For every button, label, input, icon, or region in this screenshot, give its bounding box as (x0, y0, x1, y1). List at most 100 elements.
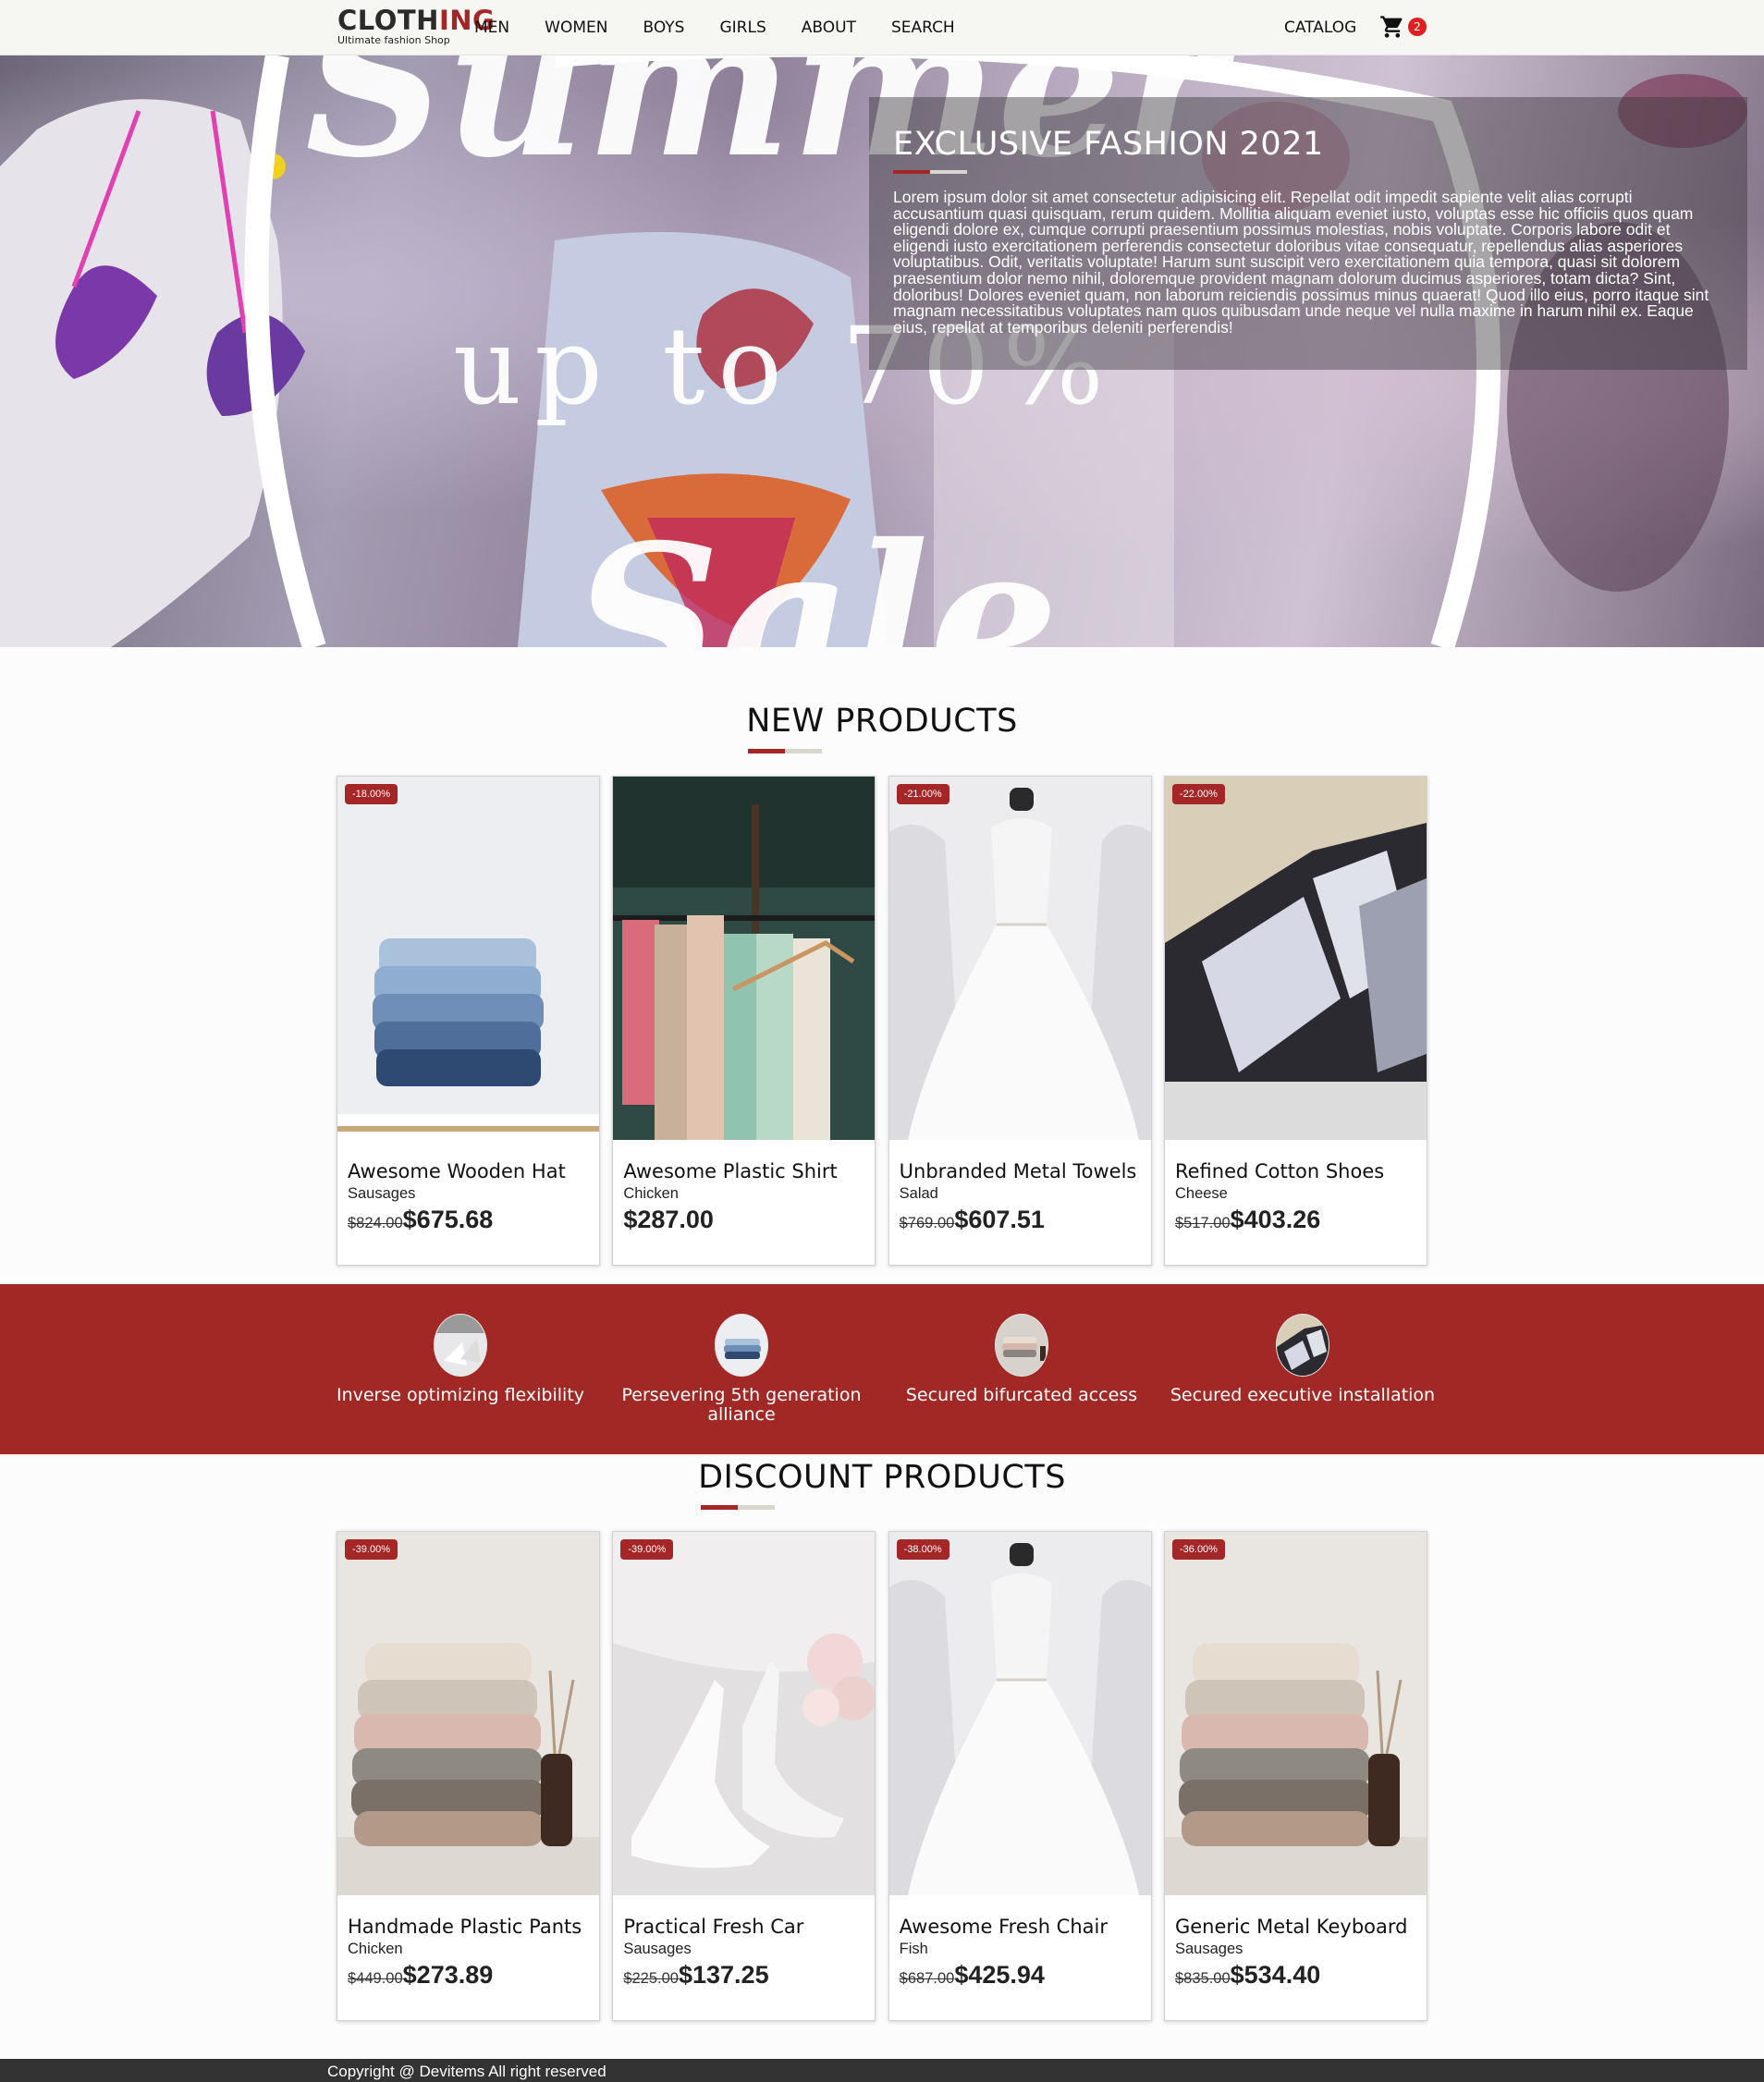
product-price: $225.00$137.25 (623, 1961, 768, 1990)
product-name[interactable]: Handmade Plastic Pants (348, 1916, 582, 1938)
product-category: Fish (899, 1941, 928, 1957)
product-card[interactable]: -18.00% Awesome Wooden Hat Sausages $824… (337, 776, 600, 1266)
product-category: Chicken (348, 1941, 403, 1957)
discount-products-grid: -39.00% Handmade Plastic Pants Chicken $… (337, 1531, 1427, 2021)
current-price: $403.26 (1230, 1206, 1321, 1233)
jeans-stack-image (337, 777, 599, 1140)
product-category: Cheese (1174, 1185, 1228, 1202)
sweaters-stack-image (1164, 1532, 1427, 1895)
product-card[interactable]: -38.00% Awesome Fresh Chair Fish $687.00… (888, 1531, 1152, 2021)
nav-girls[interactable]: GIRLS (719, 18, 766, 38)
old-price: $687.00 (899, 1970, 955, 1987)
product-card[interactable]: -22.00% Refined Cotton Shoes Cheese $517… (1163, 776, 1427, 1266)
current-price: $534.40 (1230, 1961, 1321, 1989)
discount-badge: -39.00% (620, 1539, 674, 1560)
site-footer: Copyright @ Devitems All right reserved (0, 2059, 1764, 2082)
old-price: $835.00 (1174, 1970, 1231, 1987)
product-image[interactable] (1164, 777, 1427, 1140)
product-price: $287.00 (623, 1206, 714, 1234)
shoes-thumbnail-icon (434, 1314, 487, 1377)
product-category: Sausages (348, 1185, 416, 1202)
shirts-thumbnail-icon (1276, 1314, 1329, 1377)
discount-badge: -38.00% (896, 1539, 949, 1560)
site-header: CLOTHING Ultimate fashion Shop MEN WOMEN… (0, 0, 1764, 55)
feature-item: Secured bifurcated access (888, 1314, 1156, 1405)
product-name[interactable]: Unbranded Metal Towels (900, 1160, 1137, 1182)
product-card[interactable]: -21.00% Unbranded Metal Towels Salad $76… (888, 776, 1152, 1266)
product-price: $824.00$675.68 (348, 1206, 493, 1234)
shopping-cart-icon[interactable] (1378, 14, 1406, 40)
wedding-dress-image (888, 1532, 1151, 1895)
product-price: $517.00$403.26 (1175, 1206, 1320, 1234)
current-price: $273.89 (402, 1961, 494, 1989)
clothes-rack-image (613, 777, 876, 1140)
product-category: Chicken (623, 1185, 679, 1202)
old-price: $769.00 (899, 1215, 955, 1231)
product-category: Sausages (1174, 1941, 1243, 1957)
product-image[interactable] (337, 777, 599, 1140)
nav-boys[interactable]: BOYS (643, 18, 684, 38)
old-price: $225.00 (623, 1970, 679, 1987)
main-nav: MEN WOMEN BOYS GIRLS ABOUT SEARCH (474, 18, 990, 38)
product-image[interactable] (613, 777, 876, 1140)
hero-title-underline (893, 170, 967, 174)
feature-label: Secured bifurcated access (905, 1385, 1138, 1405)
feature-label: Persevering 5th generation alliance (621, 1385, 862, 1425)
discount-products-underline (701, 1505, 775, 1510)
catalog-link[interactable]: CATALOG (1284, 18, 1356, 38)
current-price: $675.68 (402, 1206, 494, 1233)
product-name[interactable]: Refined Cotton Shoes (1175, 1160, 1384, 1182)
jeans-thumbnail-icon (715, 1314, 768, 1377)
shirts-display-image (1164, 777, 1427, 1140)
hero-title: EXCLUSIVE FASHION 2021 (893, 126, 1324, 163)
product-name[interactable]: Awesome Wooden Hat (348, 1160, 566, 1182)
discount-products-title: DISCOUNT PRODUCTS (698, 1459, 1066, 1496)
sweaters-thumbnail-icon (995, 1314, 1048, 1377)
product-image[interactable] (337, 1532, 599, 1895)
current-price: $425.94 (954, 1961, 1045, 1989)
old-price: $824.00 (348, 1215, 403, 1231)
product-card[interactable]: Awesome Plastic Shirt Chicken $287.00 (612, 776, 876, 1266)
discount-badge: -22.00% (1171, 784, 1225, 804)
nav-search[interactable]: SEARCH (891, 18, 955, 38)
product-image[interactable] (613, 1532, 876, 1895)
product-name[interactable]: Awesome Fresh Chair (900, 1916, 1108, 1938)
product-image[interactable] (888, 777, 1151, 1140)
discount-badge: -21.00% (896, 784, 949, 804)
new-products-grid: -18.00% Awesome Wooden Hat Sausages $824… (337, 776, 1427, 1266)
nav-about[interactable]: ABOUT (802, 18, 856, 38)
product-card[interactable]: -39.00% Practical Fresh Car Sausages $22… (612, 1531, 876, 2021)
feature-label: Inverse optimizing flexibility (336, 1385, 585, 1405)
product-price: $449.00$273.89 (348, 1961, 493, 1990)
product-name[interactable]: Awesome Plastic Shirt (623, 1160, 837, 1182)
wedding-shoes-image (613, 1532, 876, 1895)
product-category: Salad (899, 1185, 938, 1202)
product-category: Sausages (623, 1941, 692, 1957)
product-price: $835.00$534.40 (1175, 1961, 1320, 1990)
product-price: $687.00$425.94 (900, 1961, 1045, 1990)
product-image[interactable] (1164, 1532, 1427, 1895)
product-name[interactable]: Practical Fresh Car (623, 1916, 803, 1938)
new-products-title: NEW PRODUCTS (746, 703, 1018, 740)
product-card[interactable]: -39.00% Handmade Plastic Pants Chicken $… (337, 1531, 600, 2021)
discount-badge: -36.00% (1171, 1539, 1225, 1560)
current-price: $607.51 (954, 1206, 1045, 1233)
product-card[interactable]: -36.00% Generic Metal Keyboard Sausages … (1163, 1531, 1427, 2021)
cart-count-badge: 2 (1408, 18, 1427, 36)
current-price: $137.25 (678, 1961, 769, 1989)
feature-item: Secured executive installation (1169, 1314, 1437, 1405)
new-products-underline (748, 749, 822, 753)
discount-badge: -39.00% (345, 1539, 398, 1560)
sweaters-stack-image (337, 1532, 599, 1895)
feature-item: Persevering 5th generation alliance (607, 1314, 876, 1425)
nav-women[interactable]: WOMEN (545, 18, 607, 38)
old-price: $517.00 (1174, 1215, 1231, 1231)
product-name[interactable]: Generic Metal Keyboard (1175, 1916, 1407, 1938)
logo-wordmark: CLOTHING (337, 5, 496, 36)
wedding-dress-image (888, 777, 1151, 1140)
product-image[interactable] (888, 1532, 1151, 1895)
logo[interactable]: CLOTHING Ultimate fashion Shop (337, 6, 495, 46)
feature-item: Inverse optimizing flexibility (326, 1314, 594, 1405)
current-price: $287.00 (623, 1206, 714, 1233)
nav-men[interactable]: MEN (474, 18, 509, 38)
